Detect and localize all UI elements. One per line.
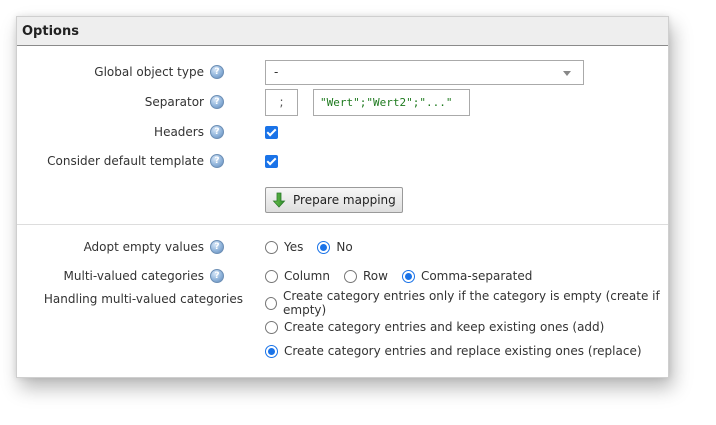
multivalued-radio-group: Column Row Comma-separated [265,269,546,283]
radio-button-selected[interactable] [265,344,278,358]
radio-label: Create category entries and replace exis… [284,344,642,358]
default-template-checkbox[interactable] [265,154,278,168]
global-object-type-value: - [274,65,279,79]
prepare-mapping-label: Prepare mapping [293,193,396,207]
headers-checkbox[interactable] [265,125,278,139]
handling-option[interactable]: Create category entries and replace exis… [265,339,668,363]
radio-button-selected[interactable] [401,269,415,283]
handling-label: Handling multi-valued categories [43,292,243,306]
adopt-empty-label: Adopt empty values [83,240,204,254]
radio-label: Create category entries only if the cate… [283,289,660,317]
radio-label: Create category entries and keep existin… [284,320,605,334]
panel-title: Options [17,17,668,46]
adopt-empty-option[interactable]: No [317,240,353,254]
prepare-mapping-button[interactable]: Prepare mapping [265,187,403,213]
options-panel: Options Global object type - Separator ;… [16,16,669,378]
prepare-mapping-row: Prepare mapping [17,187,668,213]
separator-row: Separator ; "Wert";"Wert2";"..." [17,88,668,116]
default-template-label: Consider default template [47,154,204,168]
handling-radio-group: Create category entries only if the cate… [265,289,668,363]
headers-label: Headers [154,125,204,139]
help-icon[interactable] [210,65,224,79]
handling-option[interactable]: Create category entries only if the cate… [265,289,668,317]
adopt-empty-row: Adopt empty values Yes No [17,235,668,259]
separator-preview: "Wert";"Wert2";"..." [313,88,470,116]
global-object-type-select[interactable]: - [265,59,584,85]
radio-label: Column [284,269,330,283]
radio-button-selected[interactable] [317,240,331,254]
handling-row: Handling multi-valued categories Create … [17,289,668,371]
radio-button[interactable] [265,296,277,310]
headers-row: Headers [17,120,668,144]
global-object-type-row: Global object type - [17,59,668,85]
multivalued-option[interactable]: Row [343,269,388,283]
radio-button[interactable] [265,269,278,283]
help-icon[interactable] [210,240,224,254]
radio-button[interactable] [343,269,357,283]
adopt-empty-option[interactable]: Yes [265,240,303,254]
radio-label: Comma-separated [420,269,533,283]
multivalued-option[interactable]: Column [265,269,330,283]
help-icon[interactable] [210,154,224,168]
radio-label: No [336,240,353,254]
section-divider [17,224,668,225]
multivalued-row: Multi-valued categories Column Row Comma… [17,264,668,288]
radio-label: Yes [284,240,304,254]
global-object-type-label: Global object type [94,65,204,79]
multivalued-label: Multi-valued categories [63,269,204,283]
radio-button[interactable] [265,240,278,254]
separator-label: Separator [144,95,204,109]
help-icon[interactable] [210,269,224,283]
separator-input[interactable]: ; [265,88,298,116]
adopt-empty-radio-group: Yes No [265,240,367,254]
help-icon[interactable] [210,125,224,139]
radio-button[interactable] [265,320,278,334]
arrow-down-icon [272,192,286,208]
handling-option[interactable]: Create category entries and keep existin… [265,315,668,339]
radio-label: Row [362,269,388,283]
help-icon[interactable] [210,95,224,109]
multivalued-option[interactable]: Comma-separated [401,269,533,283]
chevron-down-icon [563,70,571,76]
default-template-row: Consider default template [17,149,668,173]
